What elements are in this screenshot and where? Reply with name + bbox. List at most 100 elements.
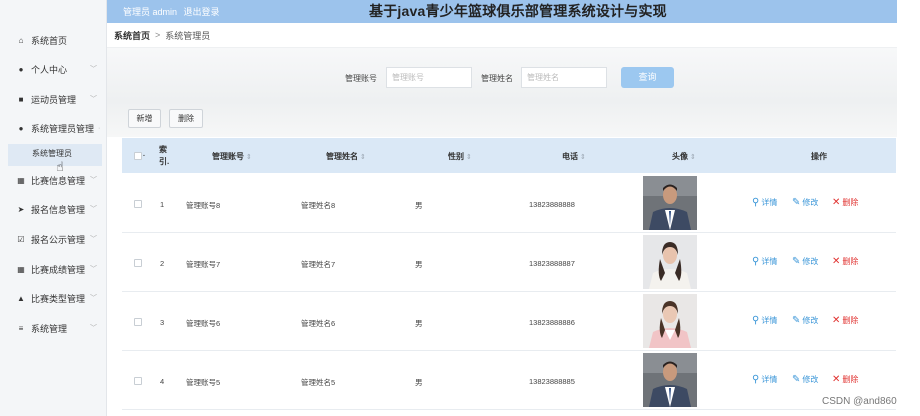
edit-link[interactable]: ✎ 修改 xyxy=(792,374,818,385)
thumbs-up-icon: ▲ xyxy=(17,293,25,303)
column-header-index[interactable]: 索 引. xyxy=(159,144,169,168)
check-square-icon: ☑ xyxy=(17,234,25,244)
row-name: 管理姓名8 xyxy=(301,201,336,210)
delete-link[interactable]: ✕ 删除 xyxy=(832,197,858,208)
top-header: 管理员 admin 退出登录 基于java青少年篮球俱乐部管理系统设计与实现 xyxy=(107,0,897,23)
sidebar-item-registration-notice[interactable]: ☑ 报名公示管理 ﹀ xyxy=(0,227,107,251)
delete-button[interactable]: 删除 xyxy=(169,109,203,128)
sidebar-item-athlete-management[interactable]: ■ 运动员管理 ﹀ xyxy=(0,87,107,111)
sort-icon: ⇕ xyxy=(246,154,252,161)
app-title: 基于java青少年篮球俱乐部管理系统设计与实现 xyxy=(369,3,667,19)
row-phone: 13823888885 xyxy=(529,377,575,386)
sidebar-item-admin-management[interactable]: ● 系统管理员管理 · xyxy=(0,116,107,140)
select-all-checkbox[interactable] xyxy=(134,152,142,160)
chevron-down-icon: ﹀ xyxy=(90,96,97,103)
avatar-photo xyxy=(643,176,697,230)
sidebar-item-match-types[interactable]: ▲ 比赛类型管理 ﹀ xyxy=(0,286,107,310)
sidebar-item-label: 运动员管理 xyxy=(31,94,77,105)
delete-link[interactable]: ✕ 删除 xyxy=(832,315,858,326)
user-icon: ● xyxy=(18,64,24,74)
column-header-avatar[interactable]: 头像 ⇕ xyxy=(672,151,696,162)
briefcase-icon: ■ xyxy=(18,94,24,104)
sidebar-item-personal-center[interactable]: ● 个人中心 ﹀ xyxy=(0,57,107,81)
sidebar-item-label: 比赛信息管理 xyxy=(31,175,86,186)
list-icon: ≡ xyxy=(18,323,24,333)
sidebar-item-match-info[interactable]: ▦ 比赛信息管理 ﹀ xyxy=(0,168,107,192)
row-index: 3 xyxy=(160,318,165,327)
edit-link[interactable]: ✎ 修改 xyxy=(792,256,818,267)
search-icon: ⚲ xyxy=(752,197,760,208)
chevron-down-icon: ﹀ xyxy=(90,236,97,243)
detail-link[interactable]: ⚲ 详情 xyxy=(752,315,777,326)
sidebar-item-label: 比赛类型管理 xyxy=(31,293,86,304)
chevron-down-icon: ﹀ xyxy=(90,66,97,73)
sidebar-item-label: 比赛成绩管理 xyxy=(31,264,86,275)
breadcrumb-current: 系统管理员 xyxy=(165,30,211,41)
checkbox-dot: . xyxy=(143,151,145,158)
column-header-operation: 操作 xyxy=(811,152,827,161)
row-checkbox[interactable] xyxy=(134,259,142,267)
sort-icon: ⇕ xyxy=(690,154,696,161)
search-icon: ⚲ xyxy=(752,374,760,385)
sidebar: ⌂ 系统首页 ● 个人中心 ﹀ ■ 运动员管理 ﹀ ● 系统管理员管理 · 系统… xyxy=(0,0,107,416)
avatar-photo xyxy=(643,353,697,407)
name-search-input[interactable]: 管理姓名 xyxy=(521,67,607,88)
add-button[interactable]: 新增 xyxy=(128,109,161,128)
column-header-gender[interactable]: 性别 ⇕ xyxy=(448,151,472,162)
sidebar-item-label: 系统管理员管理 xyxy=(31,123,95,134)
close-icon: ✕ xyxy=(832,197,841,208)
row-index: 4 xyxy=(160,377,165,386)
logout-link[interactable]: 退出登录 xyxy=(184,7,220,17)
edit-link[interactable]: ✎ 修改 xyxy=(792,197,818,208)
sidebar-subitem-admin[interactable]: 系统管理员 xyxy=(8,144,102,166)
row-index: 2 xyxy=(160,259,165,268)
sidebar-item-match-scores[interactable]: ▦ 比赛成绩管理 ﹀ xyxy=(0,257,107,281)
pencil-icon: ✎ xyxy=(792,374,801,385)
search-icon: ⚲ xyxy=(752,256,760,267)
sidebar-item-label: 报名公示管理 xyxy=(31,234,86,245)
detail-link[interactable]: ⚲ 详情 xyxy=(752,197,777,208)
close-icon: ✕ xyxy=(832,315,841,326)
chevron-down-icon: ﹀ xyxy=(90,206,97,213)
account-search-input[interactable]: 管理账号 xyxy=(386,67,472,88)
sort-icon: ⇕ xyxy=(360,154,366,161)
user-icon: ● xyxy=(18,123,24,133)
row-checkbox[interactable] xyxy=(134,318,142,326)
avatar-photo xyxy=(643,294,697,348)
detail-link[interactable]: ⚲ 详情 xyxy=(752,256,777,267)
delete-link[interactable]: ✕ 删除 xyxy=(832,256,858,267)
sidebar-item-system-management[interactable]: ≡ 系统管理 ﹀ xyxy=(0,316,107,340)
column-header-phone[interactable]: 电话 ⇕ xyxy=(562,151,586,162)
name-search-label: 管理姓名 xyxy=(481,74,513,83)
sidebar-item-label: 个人中心 xyxy=(31,64,68,75)
row-gender: 男 xyxy=(415,378,423,387)
chevron-down-icon: ﹀ xyxy=(90,295,97,302)
edit-link[interactable]: ✎ 修改 xyxy=(792,315,818,326)
send-icon: ➤ xyxy=(17,204,25,214)
column-header-name[interactable]: 管理姓名 ⇕ xyxy=(326,151,366,162)
breadcrumb-separator: > xyxy=(155,30,161,40)
row-account: 管理账号6 xyxy=(186,319,221,328)
sort-icon: ⇕ xyxy=(466,154,472,161)
chevron-down-icon: ﹀ xyxy=(90,325,97,332)
row-phone: 13823888888 xyxy=(529,200,575,209)
sidebar-item-registration-info[interactable]: ➤ 报名信息管理 ﹀ xyxy=(0,197,107,221)
row-account: 管理账号5 xyxy=(186,378,221,387)
column-header-account[interactable]: 管理账号 ⇕ xyxy=(212,151,252,162)
search-button[interactable]: 查询 xyxy=(621,67,674,88)
breadcrumb-home[interactable]: 系统首页 xyxy=(114,29,150,42)
sidebar-item-label: 系统管理 xyxy=(31,323,68,334)
delete-link[interactable]: ✕ 删除 xyxy=(832,374,858,385)
table-row: 4 管理账号5 管理姓名5 男 13823888885 ⚲ 详情 ✎ 修改 ✕ 删除 xyxy=(122,351,896,410)
row-checkbox[interactable] xyxy=(134,200,142,208)
close-icon: ✕ xyxy=(832,256,841,267)
row-phone: 13823888886 xyxy=(529,318,575,327)
table-row: 3 管理账号6 管理姓名6 男 13823888886 ⚲ 详情 ✎ 修改 ✕ 删除 xyxy=(122,292,896,351)
row-gender: 男 xyxy=(415,201,423,210)
sidebar-item-home[interactable]: ⌂ 系统首页 xyxy=(0,28,107,52)
detail-link[interactable]: ⚲ 详情 xyxy=(752,374,777,385)
row-checkbox[interactable] xyxy=(134,377,142,385)
row-phone: 13823888887 xyxy=(529,259,575,268)
watermark: CSDN @and860 xyxy=(822,396,897,407)
search-icon: ⚲ xyxy=(752,315,760,326)
